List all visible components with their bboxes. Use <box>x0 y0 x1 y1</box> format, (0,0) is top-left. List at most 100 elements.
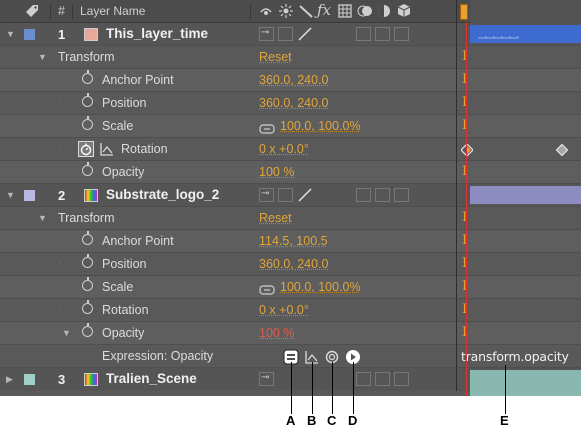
label-color-box[interactable] <box>24 190 35 201</box>
shy-switch[interactable]: ⊸ <box>259 372 274 386</box>
anchor-point-value[interactable]: 360.0, 240.0 <box>259 73 329 87</box>
current-time-indicator-line[interactable] <box>466 22 467 396</box>
keyframe-diamond-icon[interactable] <box>555 143 569 161</box>
collapse-triangle-icon[interactable]: ▶ <box>6 374 13 385</box>
stopwatch-icon[interactable] <box>82 116 93 130</box>
position-value[interactable]: 360.0, 240.0 <box>259 96 329 110</box>
position-value[interactable]: 360.0, 240.0 <box>259 257 329 271</box>
stopwatch-icon[interactable] <box>82 323 93 337</box>
3d-layer-icon[interactable] <box>396 3 412 24</box>
property-name: Scale <box>102 119 134 133</box>
transform-reset-link[interactable]: Reset <box>259 50 292 64</box>
property-name: Anchor Point <box>102 73 174 87</box>
opacity-value-expression[interactable]: 100 % <box>259 326 294 340</box>
layer-row[interactable]: ▼ 2 Substrate_logo_2 ⊸ <box>0 184 581 207</box>
stopwatch-icon[interactable] <box>82 300 93 314</box>
3d-switch[interactable] <box>394 372 409 386</box>
motion-blur-icon[interactable] <box>357 4 373 23</box>
transform-label: Transform <box>58 211 115 225</box>
layer2-duration-bar[interactable] <box>470 186 581 204</box>
fx-switch[interactable] <box>356 188 371 202</box>
property-row[interactable]: ▼ Opacity 100 % I <box>0 322 581 345</box>
quality-switch[interactable] <box>297 188 313 207</box>
quality-switch[interactable] <box>297 27 313 46</box>
expand-triangle-icon[interactable]: ▼ <box>6 29 15 39</box>
property-row[interactable]: · Opacity 100 % I <box>0 161 581 184</box>
collapse-switch[interactable] <box>356 372 371 386</box>
fx-icon[interactable]: ƒx <box>317 1 331 19</box>
motion-blur-switch[interactable] <box>375 372 390 386</box>
current-time-indicator-head[interactable] <box>460 4 468 20</box>
property-row[interactable]: · Scale 100.0, 100.0% I <box>0 276 581 299</box>
collapse-icon[interactable] <box>279 4 293 23</box>
motion-blur-switch[interactable] <box>375 27 390 41</box>
stopwatch-icon[interactable] <box>82 231 93 245</box>
expression-text-field[interactable]: transform.opacity <box>461 349 569 364</box>
expand-triangle-icon[interactable]: ▼ <box>38 213 47 223</box>
expand-triangle-icon[interactable]: ▼ <box>62 328 71 338</box>
label-tag-icon[interactable] <box>24 3 40 24</box>
graph-editor-icon[interactable] <box>100 142 114 161</box>
constrain-proportions-icon[interactable] <box>259 121 275 139</box>
collapse-switch[interactable] <box>278 188 293 202</box>
layer-name[interactable]: This_layer_time <box>106 26 208 41</box>
adjustment-icon[interactable] <box>377 4 391 23</box>
callout-label-c: C <box>327 413 337 428</box>
property-name: Opacity <box>102 326 145 340</box>
footage-thumbnail-icon <box>84 373 98 386</box>
layer-name[interactable]: Tralien_Scene <box>106 371 197 386</box>
expand-triangle-icon[interactable]: ▼ <box>38 52 47 62</box>
transform-group-row[interactable]: ▼ Transform Reset I <box>0 207 581 230</box>
stopwatch-active-icon[interactable] <box>78 141 94 157</box>
property-row[interactable]: · Anchor Point 114.5, 100.5 I <box>0 230 581 253</box>
keyframe-diamond-icon[interactable] <box>460 143 474 161</box>
rotation-value[interactable]: 0 x +0.0° <box>259 303 309 317</box>
layer-row[interactable]: ▼ 1 This_layer_time ⊸ <box>0 23 581 46</box>
timeline-header: # Layer Name ƒx <box>0 0 581 23</box>
stopwatch-icon[interactable] <box>82 70 93 84</box>
property-row[interactable]: · Anchor Point 360.0, 240.0 I <box>0 69 581 92</box>
transform-group-row[interactable]: ▼ Transform Reset I <box>0 46 581 69</box>
stopwatch-icon[interactable] <box>82 277 93 291</box>
label-color-box[interactable] <box>24 29 35 40</box>
fx-switch[interactable] <box>356 27 371 41</box>
layer-name[interactable]: Substrate_logo_2 <box>106 187 219 202</box>
layer3-duration-bar[interactable] <box>470 370 581 396</box>
rotation-value[interactable]: 0 x +0.0° <box>259 142 309 156</box>
scale-value[interactable]: 100.0, 100.0% <box>280 119 361 133</box>
property-row[interactable]: · Position 360.0, 240.0 I <box>0 253 581 276</box>
scale-value[interactable]: 100.0, 100.0% <box>280 280 361 294</box>
number-column-header[interactable]: # <box>58 4 65 18</box>
motion-blur-switch[interactable] <box>375 188 390 202</box>
property-row[interactable]: · Rotation 0 x +0.0° I <box>0 299 581 322</box>
shy-switch[interactable]: ⊸ <box>259 27 274 41</box>
stopwatch-icon[interactable] <box>82 254 93 268</box>
stopwatch-icon[interactable] <box>82 162 93 176</box>
callout-line-b <box>312 362 313 414</box>
property-row[interactable]: · Rotation 0 x +0.0° <box>0 138 581 161</box>
opacity-value[interactable]: 100 % <box>259 165 294 179</box>
anchor-point-value[interactable]: 114.5, 100.5 <box>259 234 328 248</box>
shy-icon[interactable] <box>259 4 273 23</box>
transform-reset-link[interactable]: Reset <box>259 211 292 225</box>
3d-switch[interactable] <box>394 27 409 41</box>
constrain-proportions-icon[interactable] <box>259 282 275 300</box>
layer-number: 1 <box>58 27 66 42</box>
property-row[interactable]: · Position 360.0, 240.0 I <box>0 92 581 115</box>
property-name: Position <box>102 96 147 110</box>
property-name: Rotation <box>121 142 168 156</box>
collapse-switch[interactable] <box>278 27 293 41</box>
stopwatch-icon[interactable] <box>82 93 93 107</box>
frame-blend-icon[interactable] <box>338 4 352 23</box>
quality-icon[interactable] <box>299 4 313 23</box>
expand-triangle-icon[interactable]: ▼ <box>6 190 15 200</box>
shy-switch[interactable]: ⊸ <box>259 188 274 202</box>
3d-switch[interactable] <box>394 188 409 202</box>
transform-label: Transform <box>58 50 115 64</box>
layer1-duration-bar[interactable] <box>470 25 581 43</box>
label-color-box[interactable] <box>24 374 35 385</box>
callout-label-b: B <box>307 413 317 428</box>
property-row[interactable]: · Scale 100.0, 100.0% I <box>0 115 581 138</box>
callout-label-d: D <box>348 413 358 428</box>
layer-name-column-header[interactable]: Layer Name <box>80 4 145 18</box>
